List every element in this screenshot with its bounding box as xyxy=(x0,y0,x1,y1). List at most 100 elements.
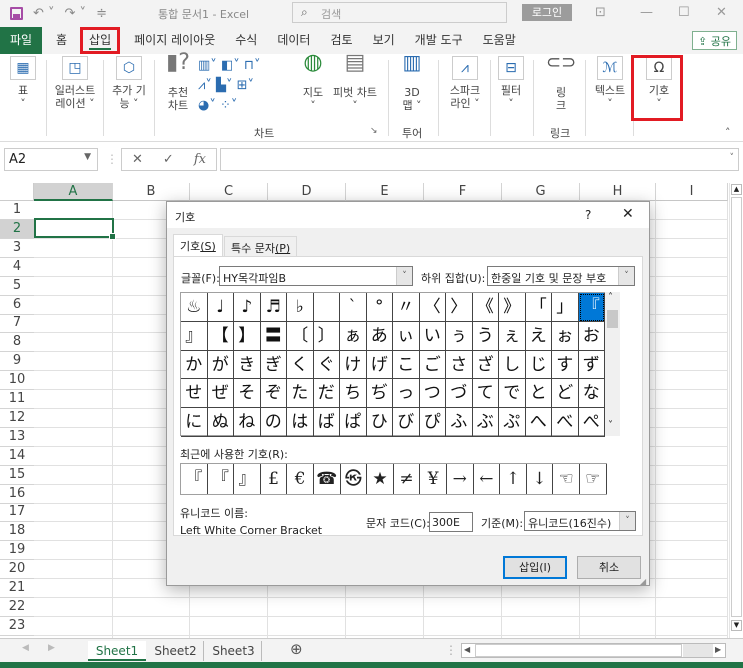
symbol-cell[interactable]: に xyxy=(181,408,208,437)
pivot-chart-button[interactable]: ▤ 피벗 차트 ˅ xyxy=(330,52,380,113)
row-header[interactable]: 19 xyxy=(0,541,34,561)
symbol-cell[interactable]: ば xyxy=(313,408,340,437)
symbol-cell[interactable]: し xyxy=(499,350,526,380)
filter-button[interactable]: ⊟ 필터 ˅ xyxy=(496,56,526,110)
symbol-cell[interactable]: 」 xyxy=(552,293,579,322)
recent-symbol-cell[interactable]: ≠ xyxy=(394,464,421,494)
scatter-chart-icon[interactable]: ⁘˅ xyxy=(220,98,237,113)
symbol-cell[interactable]: っ xyxy=(393,379,420,409)
horizontal-scrollbar[interactable]: ◀ ▶ xyxy=(461,643,726,658)
symbol-grid[interactable]: ♨ ♩ ♪ ♬ ♭ ` ° 〃〈〉《》「」『』【】〓〔〕ぁあぃいぅうぇえぉおかがきぎくぐけげこ… xyxy=(180,292,605,437)
column-header[interactable]: H xyxy=(580,183,656,201)
cancel-icon[interactable]: ✕ xyxy=(132,152,143,167)
scroll-down-icon[interactable]: ▼ xyxy=(731,620,742,631)
symbol-cell[interactable]: と xyxy=(525,379,552,409)
symbol-cell[interactable]: ` xyxy=(340,293,367,322)
recent-symbol-cell[interactable]: → xyxy=(447,464,474,494)
row-header[interactable]: 5 xyxy=(0,277,34,296)
recent-symbol-cell[interactable]: ↓ xyxy=(527,464,554,494)
row-header[interactable]: 21 xyxy=(0,579,34,598)
symbol-cell[interactable]: ぎ xyxy=(260,350,287,380)
row-header[interactable]: 17 xyxy=(0,503,34,523)
symbol-cell[interactable]: 》 xyxy=(499,293,526,322)
row-header[interactable]: 12 xyxy=(0,409,34,428)
symbol-cell[interactable]: お xyxy=(578,321,605,351)
formula-input[interactable]: ˅ xyxy=(220,148,739,171)
insert-button[interactable]: 삽입(I) xyxy=(503,556,567,579)
scroll-up-icon[interactable]: ˄ xyxy=(608,292,613,303)
recent-symbol-cell[interactable]: 『 xyxy=(208,464,235,494)
symbol-grid-scrollbar[interactable]: ˄ ˅ xyxy=(605,292,620,436)
hierarchy-chart-icon[interactable]: ◧˅ xyxy=(221,58,240,73)
selected-cell[interactable] xyxy=(34,218,116,240)
symbol-cell[interactable]: 』 xyxy=(181,321,208,351)
symbol-cell[interactable]: は xyxy=(287,408,314,437)
symbol-cell[interactable]: 〃 xyxy=(393,293,420,322)
row-header[interactable]: 4 xyxy=(0,258,34,277)
column-header[interactable]: C xyxy=(190,183,268,201)
recent-symbol-cell[interactable]: ↑ xyxy=(500,464,527,494)
recent-symbol-cell[interactable]: ¥ xyxy=(420,464,447,494)
symbol-cell[interactable]: ぇ xyxy=(499,321,526,351)
link-button[interactable]: ⊂⊃ 링 크 xyxy=(546,54,576,113)
symbol-cell[interactable]: ♪ xyxy=(234,293,261,322)
recent-symbol-cell[interactable]: € xyxy=(287,464,314,494)
statistic-chart-icon[interactable]: ▙˅ xyxy=(216,78,233,93)
pie-chart-icon[interactable]: ◕˅ xyxy=(198,98,216,113)
recommended-charts-button[interactable]: ▮? 추천 차트 xyxy=(160,52,196,113)
font-select[interactable]: HY목각파임B ˅ xyxy=(219,266,413,286)
tab-formulas[interactable]: 수식 xyxy=(225,27,267,54)
symbol-cell[interactable]: ぷ xyxy=(499,408,526,437)
symbol-cell[interactable]: で xyxy=(499,379,526,409)
symbol-cell[interactable]: の xyxy=(260,408,287,437)
row-header[interactable]: 15 xyxy=(0,466,34,485)
minimize-icon[interactable]: — xyxy=(640,5,653,20)
recent-symbol-cell[interactable]: ☜ xyxy=(553,464,580,494)
symbol-cell[interactable] xyxy=(313,293,340,322)
symbol-cell[interactable]: ぺ xyxy=(578,408,605,437)
addins-button[interactable]: ⬡ 추가 기 능 ˅ xyxy=(108,56,150,110)
row-header[interactable]: 22 xyxy=(0,598,34,617)
scroll-right-icon[interactable]: ▶ xyxy=(715,645,721,654)
resize-grip-icon[interactable]: ◢ xyxy=(640,577,646,586)
tab-view[interactable]: 보기 xyxy=(363,27,405,54)
symbol-cell[interactable]: あ xyxy=(366,321,393,351)
next-sheet-icon[interactable]: ▶ xyxy=(48,643,55,653)
symbol-cell[interactable]: 「 xyxy=(525,293,552,322)
symbol-cell[interactable]: 】 xyxy=(234,321,261,351)
column-chart-icon[interactable]: ▥˅ xyxy=(198,58,217,73)
symbol-cell[interactable]: び xyxy=(393,408,420,437)
symbol-cell[interactable]: ひ xyxy=(366,408,393,437)
scroll-thumb[interactable] xyxy=(607,310,618,328)
split-handle-icon[interactable]: ⋮ xyxy=(445,643,457,657)
scroll-left-icon[interactable]: ◀ xyxy=(464,645,470,654)
waterfall-chart-icon[interactable]: ⊓˅ xyxy=(244,58,261,73)
save-icon[interactable] xyxy=(10,7,23,20)
map-button[interactable]: ◍ 지도 ˅ xyxy=(298,52,328,113)
line-chart-icon[interactable]: ⩘˅ xyxy=(198,78,212,93)
3d-map-button[interactable]: ▥ 3D 맵 ˅ xyxy=(394,52,430,112)
char-code-input[interactable]: 300E xyxy=(429,512,473,532)
subset-select[interactable]: 한중일 기호 및 문장 부호 ˅ xyxy=(487,266,635,286)
symbol-cell[interactable]: ぴ xyxy=(419,408,446,437)
cancel-button[interactable]: 취소 xyxy=(577,556,641,579)
symbol-cell[interactable]: ぱ xyxy=(340,408,367,437)
row-header[interactable]: 6 xyxy=(0,296,34,315)
combo-chart-icon[interactable]: ⊞˅ xyxy=(237,78,254,93)
row-header[interactable]: 2 xyxy=(0,219,34,239)
symbol-cell[interactable]: ち xyxy=(340,379,367,409)
symbol-cell[interactable]: ぐ xyxy=(313,350,340,380)
symbol-cell[interactable]: ぃ xyxy=(393,321,420,351)
symbol-cell[interactable]: え xyxy=(525,321,552,351)
ribbon-display-icon[interactable]: ⊡ xyxy=(595,5,606,20)
symbol-cell[interactable]: 《 xyxy=(472,293,499,322)
symbol-cell[interactable]: ね xyxy=(234,408,261,437)
symbol-cell[interactable]: ぞ xyxy=(260,379,287,409)
symbol-cell[interactable]: つ xyxy=(419,379,446,409)
redo-icon[interactable]: ↷ ˅ xyxy=(65,6,87,21)
prev-sheet-icon[interactable]: ◀ xyxy=(22,643,29,653)
collapse-ribbon-icon[interactable]: ˄ xyxy=(725,126,731,139)
symbol-cell[interactable]: さ xyxy=(446,350,473,380)
symbol-cell[interactable]: 【 xyxy=(207,321,234,351)
symbol-cell[interactable]: ぅ xyxy=(446,321,473,351)
